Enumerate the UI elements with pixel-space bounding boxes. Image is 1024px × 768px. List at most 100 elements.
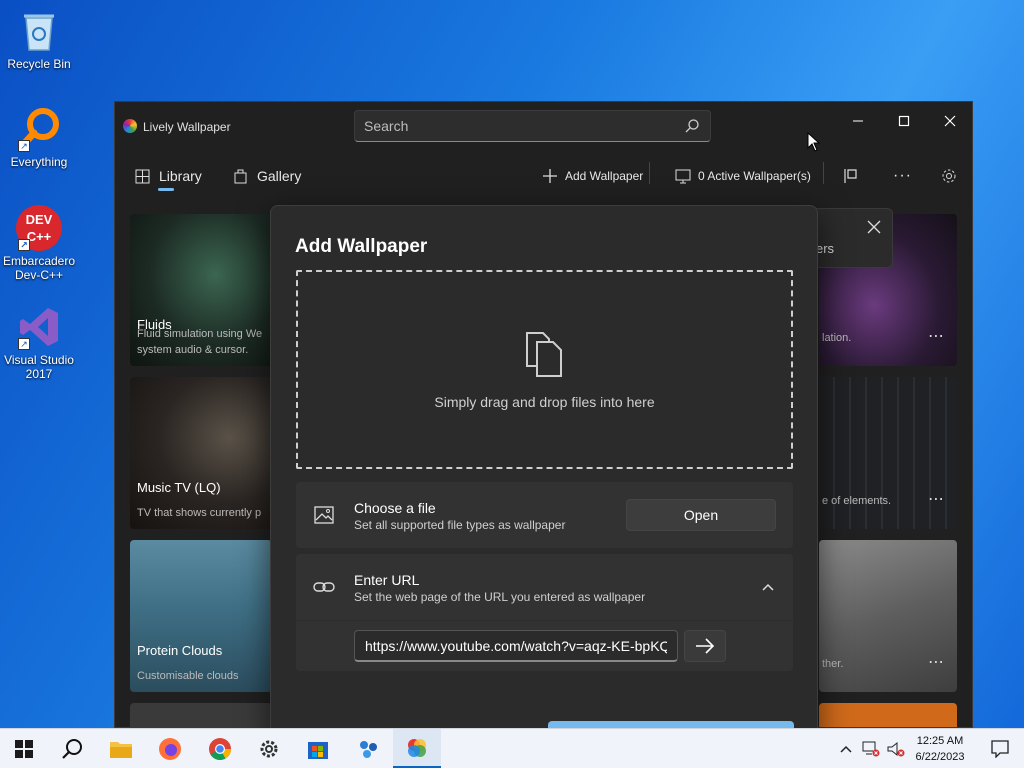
taskbar-clock[interactable]: 12:25 AM 6/22/2023 (908, 733, 972, 765)
shortcut-arrow-icon: ↗ (18, 338, 30, 350)
image-icon (314, 506, 334, 524)
active-wallpapers-button[interactable]: 0 Active Wallpaper(s) (675, 162, 811, 190)
desktop-icon-visual-studio[interactable]: ↗ Visual Studio 2017 (0, 304, 78, 381)
desktop-icon-recycle-bin[interactable]: Recycle Bin (0, 8, 78, 71)
devcpp-icon: DEV C++ ↗ (16, 205, 62, 251)
minimize-icon (853, 120, 863, 122)
tray-network-button[interactable] (858, 729, 884, 768)
shortcut-arrow-icon: ↗ (18, 239, 30, 251)
taskbar-search-button[interactable] (48, 729, 96, 768)
tray-overflow-button[interactable] (834, 729, 858, 768)
playback-control-button[interactable] (843, 162, 866, 190)
window-title: Lively Wallpaper (143, 120, 231, 134)
tab-gallery-label: Gallery (257, 168, 302, 184)
network-disconnected-icon (862, 741, 880, 757)
grid-icon (135, 169, 150, 183)
selected-tab-indicator (158, 188, 174, 191)
store-icon (308, 742, 328, 759)
windows-logo-icon (15, 740, 33, 758)
gear-icon (942, 169, 956, 183)
flag-icon (844, 169, 857, 183)
recycle-bin-icon (16, 8, 62, 54)
toolbar-separator (649, 162, 650, 184)
card-description: ther. (822, 658, 844, 670)
close-icon[interactable] (867, 220, 881, 234)
shopping-bag-icon (234, 169, 247, 184)
wallpaper-card-fluids[interactable]: Fluids Fluid simulation using We system … (130, 214, 272, 366)
close-icon (944, 115, 956, 127)
choose-file-row: Choose a file Set all supported file typ… (296, 482, 793, 548)
maximize-button[interactable] (881, 106, 927, 136)
card-title: Music TV (LQ) (137, 480, 221, 495)
taskbar-app-network[interactable] (344, 729, 392, 768)
gear-icon (260, 740, 278, 758)
folder-icon (110, 742, 132, 758)
nav-bar: Library Gallery Add Wallpaper 0 Active W… (115, 154, 972, 198)
start-button[interactable] (0, 729, 48, 768)
taskbar-store[interactable] (294, 729, 342, 768)
desktop-icon-everything[interactable]: ↗ Everything (0, 106, 78, 169)
taskbar-file-explorer[interactable] (97, 729, 145, 768)
taskbar-settings[interactable] (245, 729, 293, 768)
enter-url-row: Enter URL Set the web page of the URL yo… (296, 554, 793, 620)
card-menu-button[interactable]: ⋯ (928, 489, 945, 509)
add-wallpaper-dialog: Add Wallpaper Simply drag and drop files… (270, 205, 818, 751)
card-menu-button[interactable]: ⋯ (928, 326, 945, 346)
desktop-icon-label: Everything (10, 155, 68, 169)
card-description: e of elements. (822, 495, 892, 507)
desktop-icon-label: Visual Studio 2017 (4, 353, 74, 381)
drop-zone[interactable]: Simply drag and drop files into here (296, 270, 793, 469)
wallpaper-card-right-2[interactable]: e of elements. ⋯ (819, 377, 957, 529)
choose-file-subtitle: Set all supported file types as wallpape… (354, 518, 566, 532)
visual-studio-icon: ↗ (16, 304, 62, 350)
more-options-button[interactable]: ··· (893, 162, 912, 190)
wallpaper-card-right-partial[interactable] (819, 703, 957, 727)
add-wallpaper-button[interactable]: Add Wallpaper (542, 162, 643, 190)
toolbar-separator (823, 162, 824, 184)
search-icon[interactable] (684, 118, 700, 134)
desktop-icon-label: Recycle Bin (7, 57, 71, 71)
card-description: TV that shows currently p (137, 507, 262, 519)
close-window-button[interactable] (927, 106, 972, 136)
choose-file-title: Choose a file (354, 500, 436, 516)
drop-zone-text: Simply drag and drop files into here (434, 394, 655, 410)
title-bar[interactable]: Lively Wallpaper (115, 102, 972, 150)
tab-library[interactable]: Library (135, 162, 202, 190)
open-button[interactable]: Open (626, 499, 776, 531)
url-input[interactable] (354, 630, 678, 662)
shortcut-arrow-icon: ↗ (18, 140, 30, 152)
maximize-icon (898, 115, 910, 127)
search-input[interactable] (364, 117, 664, 135)
chevron-up-icon[interactable] (762, 583, 774, 591)
clock-time: 12:25 AM (916, 735, 964, 747)
card-title: Protein Clouds (137, 643, 223, 658)
action-center-button[interactable] (976, 729, 1024, 768)
firefox-icon (159, 738, 181, 760)
add-wallpaper-label: Add Wallpaper (565, 169, 644, 183)
submit-url-button[interactable] (684, 630, 726, 662)
taskbar-lively-wallpaper[interactable] (393, 729, 441, 768)
card-menu-button[interactable]: ⋯ (928, 652, 945, 672)
taskbar: 12:25 AM 6/22/2023 (0, 728, 1024, 768)
minimize-button[interactable] (835, 106, 881, 136)
everything-icon: ↗ (16, 106, 62, 152)
chrome-icon (209, 738, 231, 760)
wallpaper-card-partial[interactable] (130, 703, 272, 727)
monitor-icon (675, 169, 691, 183)
search-icon (62, 739, 82, 759)
chevron-up-icon (840, 745, 852, 753)
taskbar-chrome[interactable] (196, 729, 244, 768)
tab-gallery[interactable]: Gallery (233, 162, 301, 190)
settings-button[interactable] (941, 162, 964, 190)
dialog-title: Add Wallpaper (295, 236, 428, 257)
search-box[interactable] (354, 110, 711, 142)
desktop-icon-devcpp[interactable]: DEV C++ ↗ Embarcadero Dev-C++ (0, 205, 78, 282)
wallpaper-card-protein-clouds[interactable]: Protein Clouds Customisable clouds (130, 540, 272, 692)
tray-volume-button[interactable] (884, 729, 908, 768)
taskbar-firefox[interactable] (146, 729, 194, 768)
wallpaper-card-right-3[interactable]: ther. ⋯ (819, 540, 957, 692)
files-icon (526, 332, 562, 377)
arrow-right-icon (696, 638, 715, 654)
card-description: Customisable clouds (137, 670, 239, 682)
wallpaper-card-music-tv[interactable]: Music TV (LQ) TV that shows currently p (130, 377, 272, 529)
